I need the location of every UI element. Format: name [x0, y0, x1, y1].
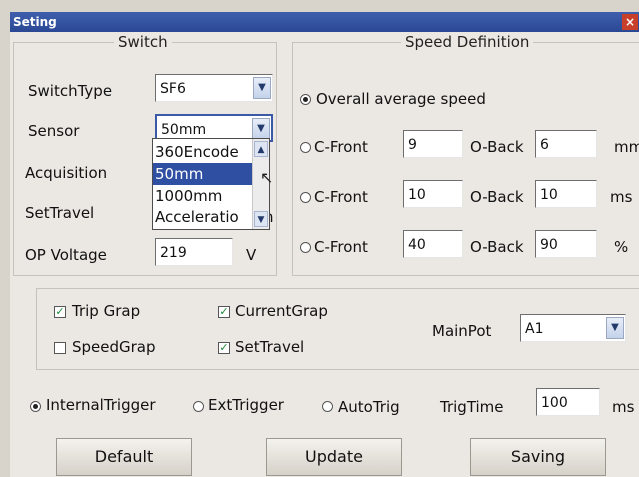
- chevron-down-icon[interactable]: ▼: [253, 77, 271, 99]
- row3-back-label: O-Back: [470, 238, 524, 256]
- default-button[interactable]: Default: [56, 438, 192, 476]
- row3-front-field[interactable]: 40: [403, 230, 463, 258]
- current-grap-checkbox[interactable]: ✓: [218, 306, 230, 318]
- chevron-down-icon[interactable]: ▼: [606, 317, 624, 339]
- sensor-option-acceleration[interactable]: Acceleratio: [153, 206, 254, 228]
- row2-front-label: C-Front: [314, 188, 368, 206]
- row3-radio[interactable]: [300, 242, 311, 253]
- mainpot-combobox[interactable]: A1 ▼: [520, 314, 626, 342]
- speed-definition-title: Speed Definition: [401, 33, 534, 51]
- settings-client: Switch SwitchType SF6 ▼ Sensor 50mm ▼ Ac…: [10, 32, 639, 477]
- speed-grap-checkbox[interactable]: [54, 342, 66, 354]
- trigtime-label: TrigTime: [440, 398, 504, 416]
- sensor-dropdown-list[interactable]: 360Encode 50mm 1000mm Acceleratio ▲ ▼: [152, 138, 270, 230]
- switch-type-combobox[interactable]: SF6 ▼: [155, 74, 273, 102]
- row1-radio[interactable]: [300, 142, 311, 153]
- row1-front-value: 9: [408, 137, 417, 153]
- row1-back-value: 6: [540, 137, 549, 153]
- row2-back-label: O-Back: [470, 188, 524, 206]
- overall-average-label: Overall average speed: [316, 90, 486, 108]
- switch-type-label: SwitchType: [28, 82, 113, 100]
- chevron-down-icon[interactable]: ▼: [252, 118, 270, 140]
- sensor-option-1000mm[interactable]: 1000mm: [153, 185, 254, 207]
- switch-group-title: Switch: [114, 33, 172, 51]
- row2-radio[interactable]: [300, 192, 311, 203]
- sensor-option-50mm[interactable]: 50mm: [153, 163, 254, 185]
- title-bar: Seting ×: [10, 12, 639, 32]
- row3-front-value: 40: [408, 237, 426, 253]
- overall-average-radio[interactable]: [300, 94, 311, 105]
- row3-front-label: C-Front: [314, 238, 368, 256]
- speed-grap-label: SpeedGrap: [72, 338, 156, 356]
- row2-back-field[interactable]: 10: [535, 180, 597, 208]
- trip-grap-label: Trip Grap: [72, 302, 141, 320]
- row2-back-value: 10: [540, 187, 558, 203]
- op-voltage-label: OP Voltage: [25, 246, 107, 264]
- trigtime-field[interactable]: 100: [536, 388, 600, 416]
- trigtime-value: 100: [541, 395, 568, 411]
- internal-trigger-label: InternalTrigger: [46, 396, 156, 414]
- row2-front-value: 10: [408, 187, 426, 203]
- op-voltage-unit: V: [246, 246, 257, 264]
- internal-trigger-radio[interactable]: [30, 401, 41, 412]
- settravel-checkbox[interactable]: ✓: [218, 342, 230, 354]
- auto-trig-label: AutoTrig: [338, 398, 400, 416]
- sensor-option-360encode[interactable]: 360Encode: [153, 141, 254, 163]
- ext-trigger-label: ExtTrigger: [208, 396, 284, 414]
- scroll-up-icon[interactable]: ▲: [254, 141, 268, 157]
- mouse-cursor-icon: ↖: [260, 168, 274, 187]
- settravel-label: SetTravel: [25, 204, 95, 222]
- trip-grap-checkbox[interactable]: ✓: [54, 306, 66, 318]
- acquisition-label: Acquisition: [25, 164, 108, 182]
- trigtime-unit: ms: [612, 398, 635, 416]
- current-grap-label: CurrentGrap: [235, 302, 328, 320]
- row3-unit: %: [614, 238, 629, 256]
- op-voltage-field[interactable]: 219: [155, 238, 233, 266]
- row1-unit: mm: [614, 138, 639, 156]
- row2-unit: ms: [610, 188, 633, 206]
- row1-back-field[interactable]: 6: [535, 130, 597, 158]
- window-title: Seting: [13, 15, 57, 29]
- row3-back-field[interactable]: 90: [535, 230, 597, 258]
- saving-button[interactable]: Saving: [470, 438, 606, 476]
- op-voltage-value: 219: [160, 245, 187, 261]
- row1-front-field[interactable]: 9: [403, 130, 463, 158]
- row2-front-field[interactable]: 10: [403, 180, 463, 208]
- update-button[interactable]: Update: [266, 438, 402, 476]
- row3-back-value: 90: [540, 237, 558, 253]
- settravel-check-label: SetTravel: [235, 338, 305, 356]
- row1-front-label: C-Front: [314, 138, 368, 156]
- switch-type-value: SF6: [160, 81, 186, 97]
- mainpot-label: MainPot: [432, 322, 492, 340]
- mainpot-value: A1: [525, 321, 544, 337]
- row1-back-label: O-Back: [470, 138, 524, 156]
- auto-trig-radio[interactable]: [322, 401, 333, 412]
- scroll-down-icon[interactable]: ▼: [254, 211, 268, 227]
- ext-trigger-radio[interactable]: [193, 401, 204, 412]
- sensor-value: 50mm: [161, 122, 207, 138]
- close-icon[interactable]: ×: [622, 14, 638, 30]
- sensor-label: Sensor: [28, 122, 80, 140]
